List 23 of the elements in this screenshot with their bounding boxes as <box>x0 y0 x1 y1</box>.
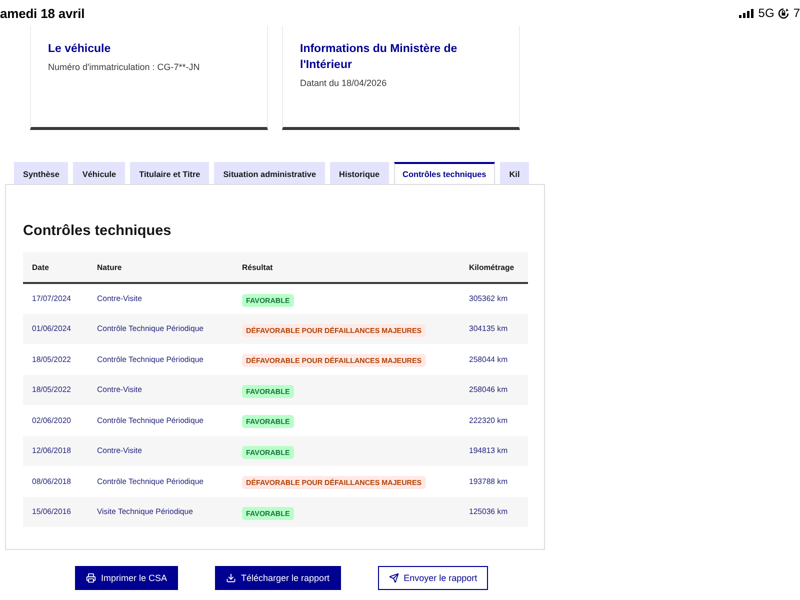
status-date: amedi 18 avril <box>0 6 85 20</box>
tab[interactable]: Kil <box>500 162 529 184</box>
download-icon <box>226 573 236 583</box>
tab[interactable]: Titulaire et Titre <box>130 162 210 184</box>
tab[interactable]: Synthèse <box>14 162 68 184</box>
rotation-lock-icon <box>778 8 790 18</box>
card-title: Informations du Ministère de l'Intérieur <box>300 42 458 73</box>
action-button[interactable]: Imprimer le CSA <box>75 566 178 590</box>
section-title: Contrôles techniques <box>23 222 172 241</box>
tab[interactable]: Contrôles techniques <box>394 162 496 184</box>
card-subtitle: Datant du 18/04/2026 <box>300 78 388 88</box>
send-icon <box>388 573 399 583</box>
tab[interactable]: Situation administrative <box>214 162 326 184</box>
action-button[interactable]: Télécharger le rapport <box>215 566 341 590</box>
card-title: Le véhicule <box>48 42 112 57</box>
printer-icon <box>86 573 96 583</box>
signal-icon <box>739 8 754 18</box>
tab[interactable]: Historique <box>330 162 389 184</box>
card-subtitle: Numéro d'immatriculation : CG-7**-JN <box>48 62 201 72</box>
tab[interactable]: Véhicule <box>73 162 126 184</box>
network-label: 5G <box>758 7 774 19</box>
battery-percent: 7 <box>793 7 800 19</box>
action-button[interactable]: Envoyer le rapport <box>378 566 488 590</box>
